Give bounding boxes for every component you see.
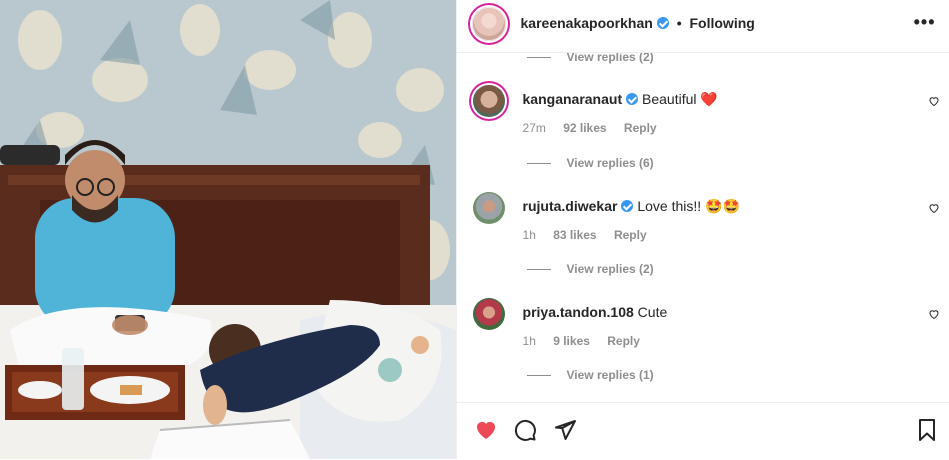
post-photo[interactable] (0, 0, 456, 459)
verified-badge-icon (656, 17, 669, 29)
view-replies-label: View replies (2) (566, 262, 654, 276)
comment-text: Love this!! (637, 198, 702, 214)
comment-meta: 1h 83 likes Reply (523, 228, 661, 242)
replies-line (526, 375, 551, 377)
following-button[interactable]: Following (690, 15, 755, 31)
view-replies-button[interactable]: View replies (6) (526, 156, 654, 170)
instagram-post-view: kareenakapoorkhan • Following ••• View r… (0, 0, 949, 460)
author-avatar[interactable] (471, 7, 506, 41)
share-paper-plane-icon[interactable] (553, 418, 577, 442)
comment-text: Beautiful (642, 91, 697, 107)
comment-body: priya.tandon.108 Cute (523, 304, 668, 320)
comment-like-heart-icon[interactable] (928, 202, 940, 214)
comment-emoji: ❤️ (700, 91, 718, 107)
verified-badge-icon (621, 200, 634, 212)
comment-time: 1h (522, 334, 536, 348)
comment-like-heart-icon[interactable] (928, 308, 940, 320)
post-side-panel: kareenakapoorkhan • Following ••• View r… (455, 0, 949, 460)
view-replies-button[interactable]: View replies (1) (526, 368, 654, 382)
verified-badge-icon (626, 93, 639, 105)
view-replies-button[interactable]: View replies (2) (526, 52, 654, 64)
reply-button[interactable]: Reply (614, 228, 647, 242)
comment-meta: 27m 92 likes Reply (523, 121, 671, 135)
commenter-avatar[interactable] (472, 298, 505, 330)
reply-button[interactable]: Reply (624, 121, 657, 135)
author-username[interactable]: kareenakapoorkhan (521, 15, 653, 31)
post-image-illustration (0, 0, 456, 459)
view-replies-label: View replies (2) (566, 52, 654, 64)
comment-emoji: 🤩🤩 (705, 198, 740, 214)
commenter-avatar[interactable] (472, 85, 505, 117)
view-replies-label: View replies (6) (566, 156, 654, 170)
commenter-username[interactable]: priya.tandon.108 (523, 304, 634, 320)
replies-line (526, 269, 551, 271)
comment-time: 27m (522, 121, 546, 135)
comment-body: rujuta.diwekar Love this!! 🤩🤩 (523, 198, 740, 215)
commenter-username[interactable]: kanganaranaut (523, 91, 623, 107)
comments-list: View replies (2) kanganaranaut Beautiful… (457, 52, 949, 402)
comment-likes[interactable]: 92 likes (563, 121, 606, 135)
commenter-username[interactable]: rujuta.diwekar (523, 198, 618, 214)
reply-button[interactable]: Reply (607, 334, 640, 348)
commenter-avatar[interactable] (472, 192, 505, 224)
replies-line (526, 57, 551, 59)
comment-time: 1h (522, 228, 536, 242)
view-replies-button[interactable]: View replies (2) (526, 262, 654, 276)
comment-like-heart-icon[interactable] (928, 95, 940, 107)
author-line: kareenakapoorkhan • Following (521, 15, 755, 31)
post-header: kareenakapoorkhan • Following ••• (456, 0, 949, 53)
comment-icon[interactable] (513, 418, 537, 442)
comment-body: kanganaranaut Beautiful ❤️ (523, 91, 718, 108)
post-actions-bar (456, 402, 949, 460)
comment-likes[interactable]: 9 likes (553, 334, 590, 348)
save-bookmark-icon[interactable] (917, 418, 937, 442)
like-heart-icon[interactable] (473, 418, 499, 442)
more-options-icon[interactable]: ••• (914, 12, 936, 33)
comment-text: Cute (637, 304, 668, 320)
separator-dot: • (676, 15, 682, 31)
comment-meta: 1h 9 likes Reply (523, 334, 654, 348)
view-replies-label: View replies (1) (566, 368, 654, 382)
replies-line (526, 163, 551, 165)
comment-likes[interactable]: 83 likes (553, 228, 596, 242)
